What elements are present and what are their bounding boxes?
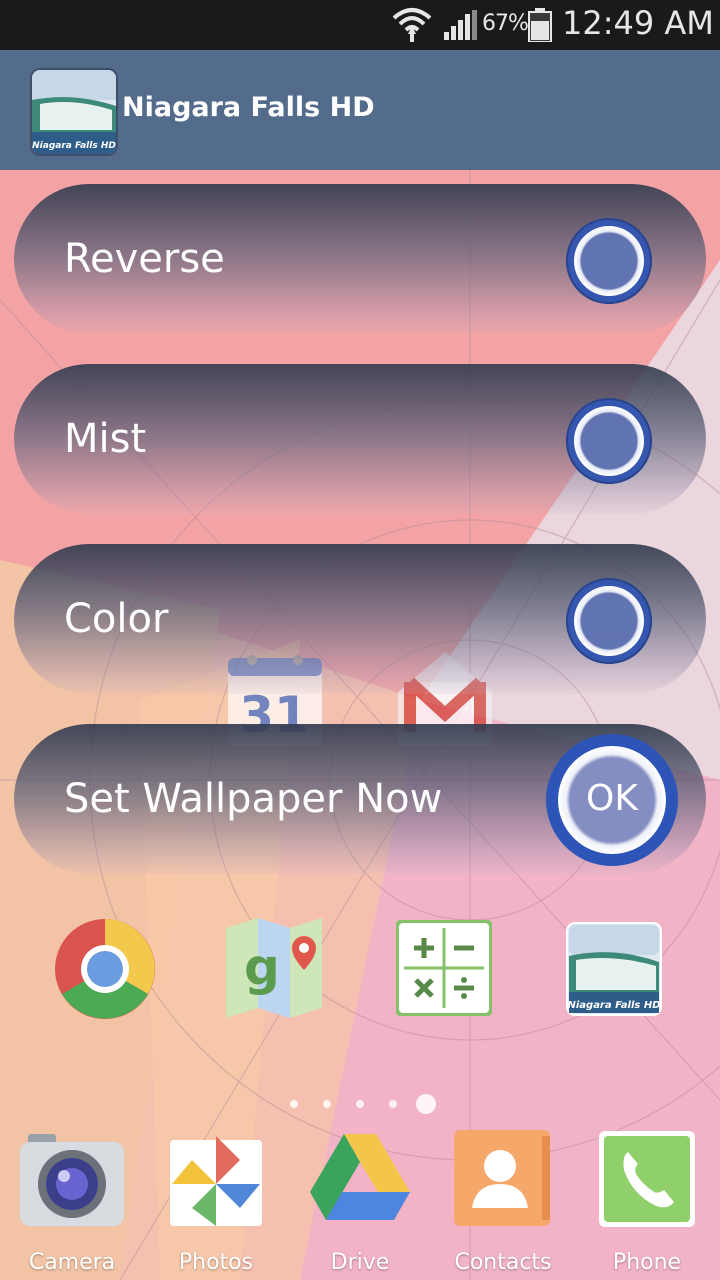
reverse-toggle[interactable] bbox=[566, 218, 652, 304]
dock-label-drive: Drive bbox=[330, 1250, 390, 1275]
option-label: Color bbox=[64, 596, 169, 642]
page-indicator bbox=[290, 1094, 436, 1114]
photos-icon[interactable] bbox=[170, 1130, 266, 1232]
clock: 12:49 AM bbox=[562, 4, 714, 42]
drive-icon[interactable] bbox=[310, 1134, 410, 1228]
set-wallpaper-row: Set Wallpaper Now OK bbox=[14, 724, 706, 874]
app-title: Niagara Falls HD bbox=[122, 92, 375, 123]
option-mist[interactable]: Mist bbox=[14, 364, 706, 514]
color-toggle[interactable] bbox=[566, 578, 652, 664]
chrome-icon[interactable] bbox=[54, 918, 156, 1024]
option-label: Mist bbox=[64, 416, 147, 462]
ok-button[interactable]: OK bbox=[546, 734, 678, 866]
dock-label-phone: Phone bbox=[612, 1250, 682, 1275]
mist-toggle[interactable] bbox=[566, 398, 652, 484]
ok-button-label: OK bbox=[586, 778, 638, 819]
battery-percent: 67% bbox=[482, 11, 529, 36]
battery-icon bbox=[528, 8, 552, 42]
set-wallpaper-label: Set Wallpaper Now bbox=[64, 776, 443, 822]
option-color[interactable]: Color bbox=[14, 544, 706, 694]
app-icon[interactable]: Niagara Falls HD bbox=[30, 68, 118, 156]
dock-label-photos: Photos bbox=[178, 1250, 254, 1275]
maps-icon[interactable]: g bbox=[226, 918, 324, 1022]
option-reverse[interactable]: Reverse bbox=[14, 184, 706, 334]
niagara-app-icon[interactable]: Niagara Falls HD bbox=[566, 922, 662, 1020]
app-icon-caption: Niagara Falls HD bbox=[32, 141, 116, 151]
app-title-bar: Niagara Falls HD Niagara Falls HD bbox=[0, 50, 720, 170]
contacts-icon[interactable] bbox=[454, 1130, 552, 1232]
wifi-icon bbox=[392, 8, 432, 42]
niagara-app-caption: Niagara Falls HD bbox=[567, 1000, 660, 1011]
signal-icon bbox=[444, 10, 477, 40]
svg-text:g: g bbox=[244, 938, 280, 996]
dock-label-contacts: Contacts bbox=[454, 1250, 552, 1275]
status-bar: 67% 12:49 AM bbox=[0, 0, 720, 50]
camera-icon[interactable] bbox=[20, 1134, 124, 1230]
option-label: Reverse bbox=[64, 236, 225, 282]
phone-icon[interactable] bbox=[598, 1130, 696, 1232]
dock-label-camera: Camera bbox=[28, 1250, 116, 1275]
calculator-icon[interactable] bbox=[395, 919, 493, 1020]
